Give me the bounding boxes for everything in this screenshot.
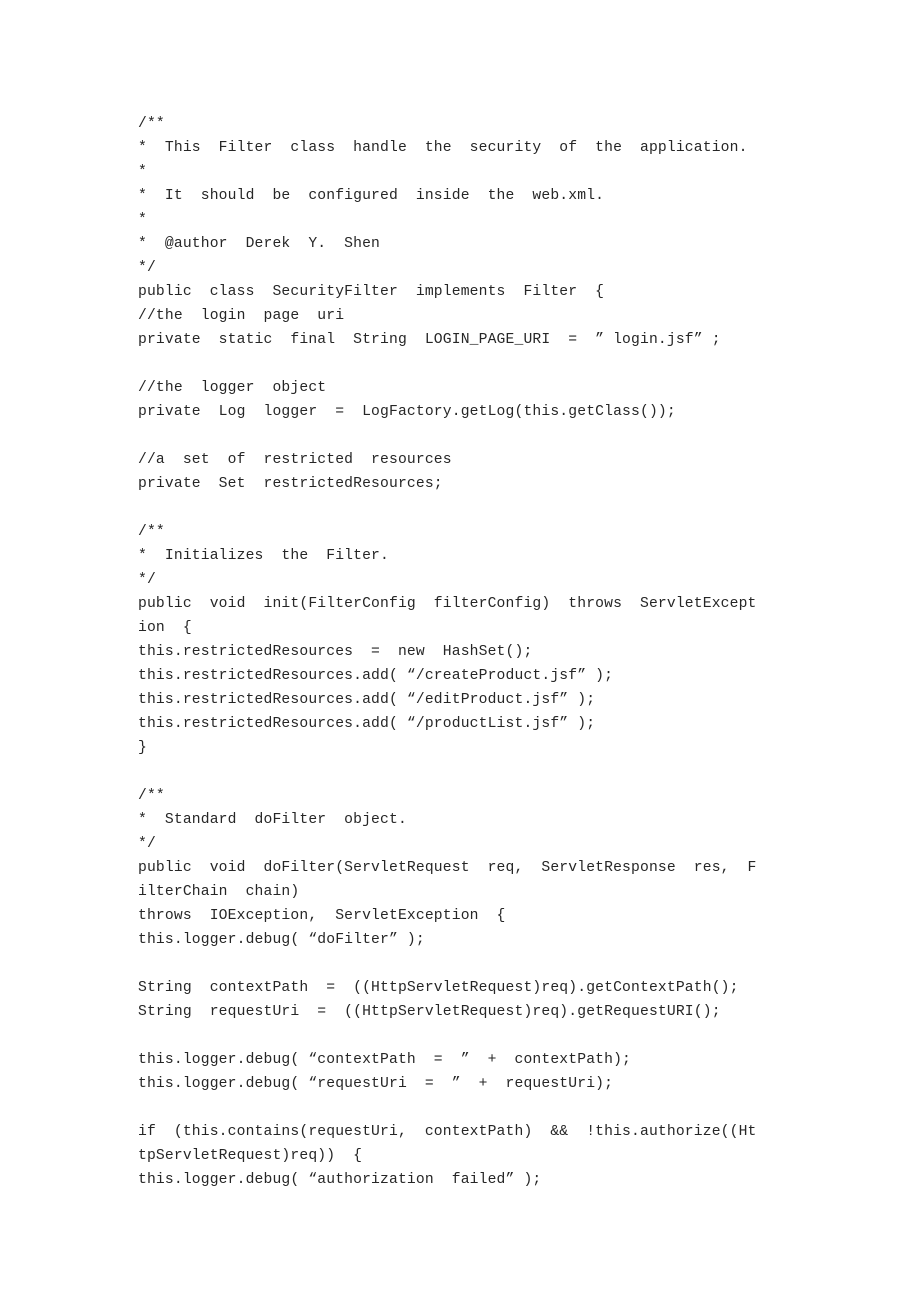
- code-line: throws IOException, ServletException {: [138, 908, 506, 924]
- code-line: String requestUri = ((HttpServletRequest…: [138, 1004, 721, 1020]
- code-line: this.logger.debug( “authorization failed…: [138, 1172, 542, 1188]
- code-line: public class SecurityFilter implements F…: [138, 284, 605, 300]
- code-line: this.logger.debug( “requestUri = ” + req…: [138, 1076, 614, 1092]
- code-listing: /** * This Filter class handle the securi…: [138, 112, 798, 1192]
- code-line: * This Filter class handle the security …: [138, 140, 748, 156]
- code-line: tpServletRequest)req)) {: [138, 1148, 363, 1164]
- code-line: private Log logger = LogFactory.getLog(t…: [138, 404, 676, 420]
- code-line: public void doFilter(ServletRequest req,…: [138, 860, 757, 876]
- code-line: //the login page uri: [138, 308, 345, 324]
- code-line: String contextPath = ((HttpServletReques…: [138, 980, 739, 996]
- code-line: ilterChain chain): [138, 884, 300, 900]
- code-line: private Set restrictedResources;: [138, 476, 443, 492]
- code-line: * Standard doFilter object.: [138, 812, 407, 828]
- code-line: this.restrictedResources.add( “/createPr…: [138, 668, 614, 684]
- code-line: this.restrictedResources = new HashSet()…: [138, 644, 533, 660]
- code-line: */: [138, 836, 156, 852]
- code-line: * @author Derek Y. Shen: [138, 236, 381, 252]
- code-line: ion {: [138, 620, 192, 636]
- code-line: this.restrictedResources.add( “/editProd…: [138, 692, 596, 708]
- code-line: */: [138, 572, 156, 588]
- code-line: this.logger.debug( “contextPath = ” + co…: [138, 1052, 632, 1068]
- code-line: */: [138, 260, 156, 276]
- code-line: * It should be configured inside the web…: [138, 188, 605, 204]
- code-line: if (this.contains(requestUri, contextPat…: [138, 1124, 757, 1140]
- code-line: /**: [138, 524, 165, 540]
- code-line: //the logger object: [138, 380, 327, 396]
- code-line: * Initializes the Filter.: [138, 548, 389, 564]
- code-line: }: [138, 740, 147, 756]
- code-line: public void init(FilterConfig filterConf…: [138, 596, 757, 612]
- code-line: this.restrictedResources.add( “/productL…: [138, 716, 596, 732]
- code-line: *: [138, 212, 147, 228]
- code-line: *: [138, 164, 147, 180]
- code-line: this.logger.debug( “doFilter” );: [138, 932, 425, 948]
- code-line: /**: [138, 788, 165, 804]
- document-page: /** * This Filter class handle the securi…: [0, 0, 920, 1302]
- code-line: /**: [138, 116, 165, 132]
- code-line: private static final String LOGIN_PAGE_U…: [138, 332, 721, 348]
- code-line: //a set of restricted resources: [138, 452, 452, 468]
